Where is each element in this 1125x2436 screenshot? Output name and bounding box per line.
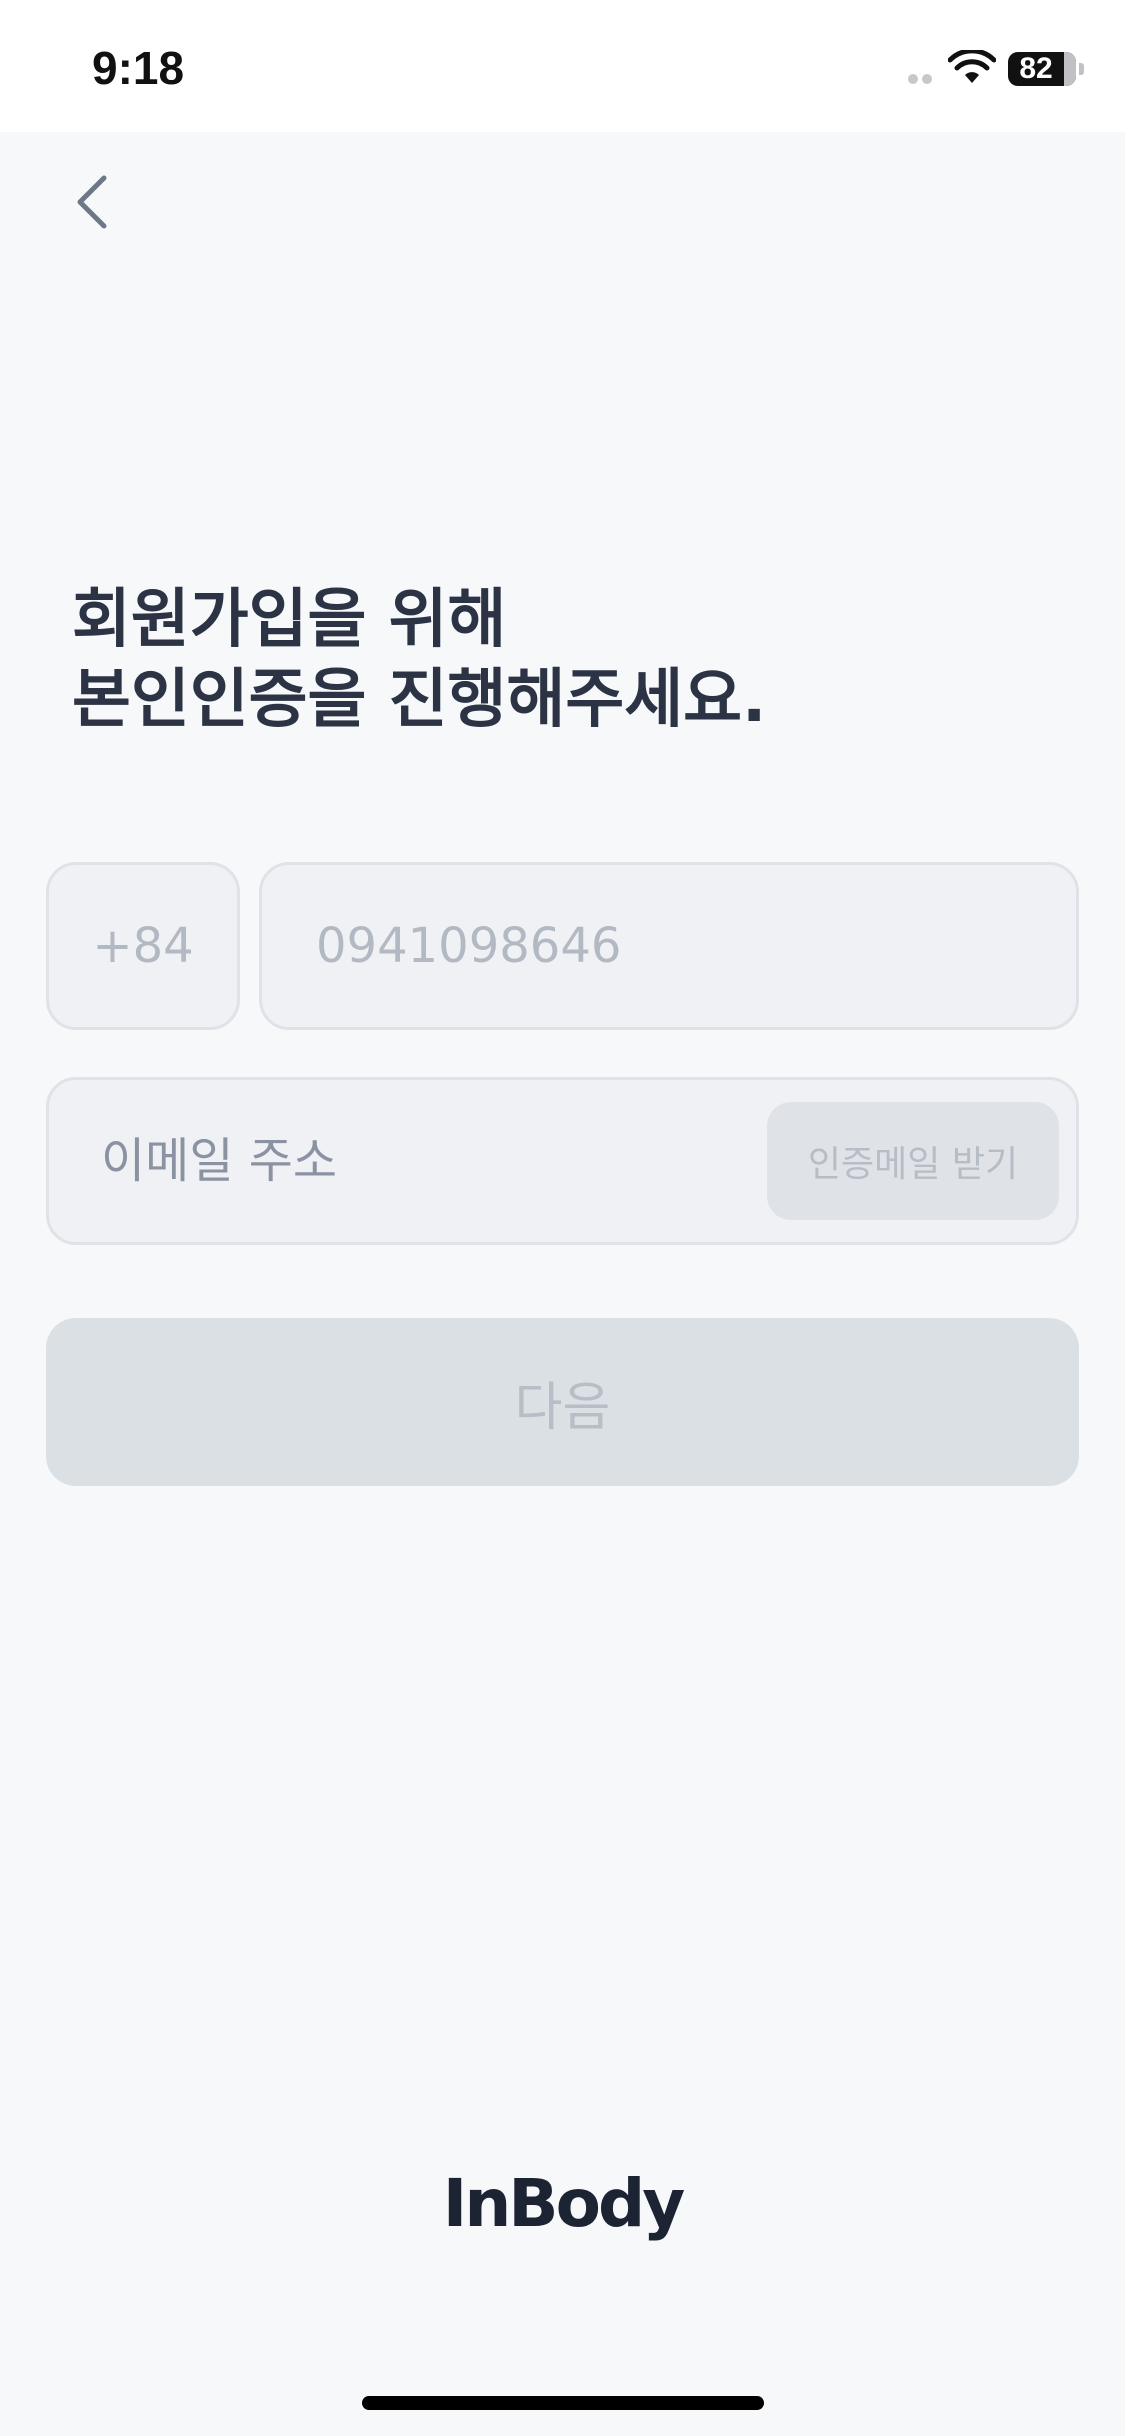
country-code-text: +84 <box>92 918 194 974</box>
phone-number-field[interactable] <box>259 862 1079 1030</box>
battery-level: 82 <box>1019 52 1053 85</box>
back-button[interactable] <box>60 166 132 238</box>
email-field[interactable]: 인증메일 받기 <box>46 1077 1079 1245</box>
chevron-left-icon <box>77 175 107 229</box>
next-button[interactable]: 다음 <box>46 1318 1079 1486</box>
cellular-signal-icon <box>908 74 932 84</box>
phone-number-input[interactable] <box>262 865 1076 1027</box>
inbody-logo: InBody <box>442 2165 685 2242</box>
status-bar: 9:18 82 <box>0 0 1125 132</box>
page-title-line-2: 본인인증을 진행해주세요. <box>72 663 767 737</box>
send-verification-email-button[interactable]: 인증메일 받기 <box>767 1102 1059 1220</box>
battery-icon: 82 <box>1008 52 1084 86</box>
home-indicator[interactable] <box>362 2396 764 2410</box>
page-title: 회원가입을 위해 본인인증을 진행해주세요. <box>72 580 1052 740</box>
email-input[interactable] <box>49 1080 749 1242</box>
page-title-line-1: 회원가입을 위해 <box>72 583 507 657</box>
country-code-selector[interactable]: +84 <box>46 862 240 1030</box>
wifi-icon <box>948 50 996 83</box>
status-time: 9:18 <box>92 42 185 94</box>
